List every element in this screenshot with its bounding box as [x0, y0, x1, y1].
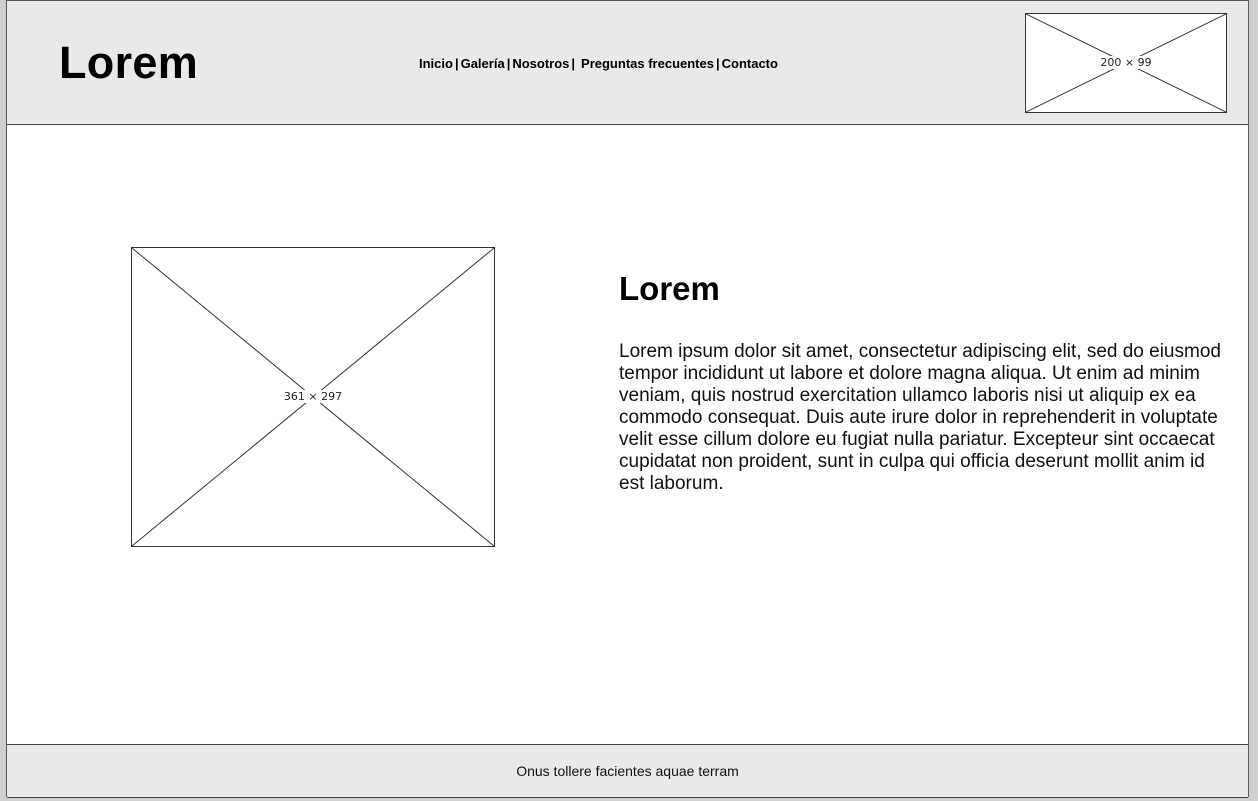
- nav-separator: |: [506, 56, 511, 71]
- content-body: Lorem ipsum dolor sit amet, consectetur …: [619, 341, 1221, 494]
- footer: Onus tollere facientes aquae terram: [7, 744, 1248, 798]
- brand-logo-text[interactable]: Lorem: [59, 37, 198, 89]
- logo-image-placeholder: 200 × 99: [1025, 13, 1227, 113]
- header: Lorem Inicio | Galería | Nosotros | Preguntas …: [7, 1, 1248, 125]
- nav-item-galeria[interactable]: Galería: [461, 56, 505, 71]
- nav-item-contacto[interactable]: Contacto: [722, 56, 778, 71]
- nav-item-preguntas-frecuentes[interactable]: Preguntas frecuentes: [581, 56, 714, 71]
- nav-separator: |: [715, 56, 720, 71]
- image-dimension-label: 361 × 297: [282, 390, 344, 403]
- content-image-placeholder: 361 × 297: [131, 247, 495, 547]
- nav-item-nosotros[interactable]: Nosotros: [512, 56, 569, 71]
- nav-item-inicio[interactable]: Inicio: [419, 56, 453, 71]
- main-nav: Inicio | Galería | Nosotros | Preguntas frecue…: [419, 55, 778, 73]
- nav-separator: |: [454, 56, 459, 71]
- content-title: Lorem: [619, 270, 720, 307]
- nav-separator: |: [571, 56, 576, 71]
- footer-text: Onus tollere facientes aquae terram: [516, 763, 739, 779]
- page: Lorem Inicio | Galería | Nosotros | Preguntas …: [6, 0, 1249, 798]
- image-dimension-label: 200 × 99: [1099, 56, 1153, 69]
